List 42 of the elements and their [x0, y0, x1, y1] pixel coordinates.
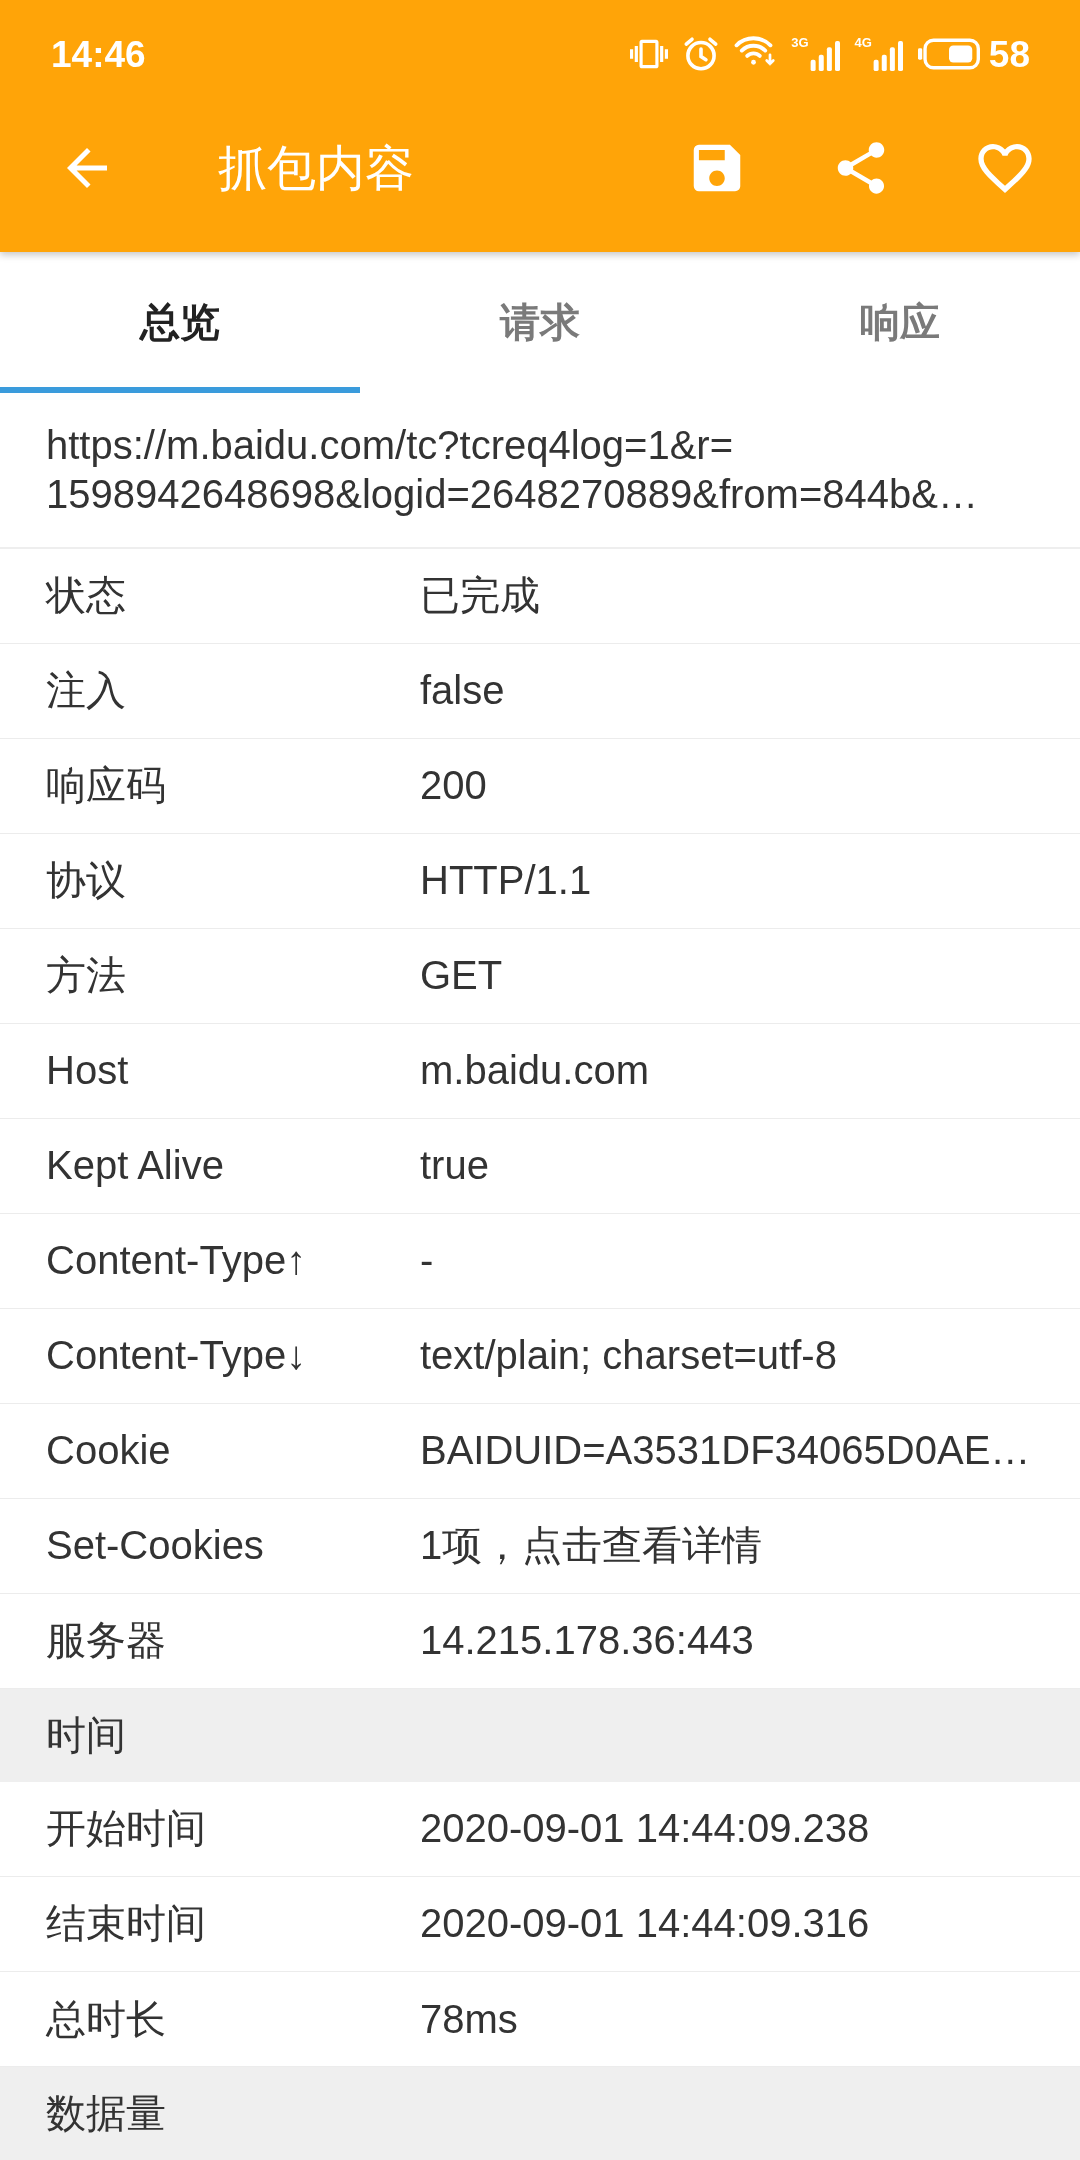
field-value: BAIDUID=A3531DF34065D0AE…: [420, 1428, 1031, 1474]
field-label: Kept Alive: [46, 1143, 225, 1189]
field-label: 状态: [46, 572, 127, 620]
network-type-label: 4G: [854, 36, 872, 49]
request-url: https://m.baidu.com/tc?tcreq4log=1&r= 1598942648698&logid=2648270889&from=844b&…: [46, 421, 979, 518]
battery-percent: 58: [988, 35, 1030, 73]
field-value: false: [420, 668, 505, 714]
field-value: text/plain; charset=utf-8: [420, 1333, 837, 1379]
battery-icon: [917, 38, 980, 70]
field-label: Set-Cookies: [46, 1523, 265, 1569]
field-label: Cookie: [46, 1428, 172, 1474]
field-label: 服务器: [46, 1617, 167, 1665]
field-value: 2020-09-01 14:44:09.316: [420, 1901, 870, 1947]
field-label: Content-Type↑: [46, 1238, 308, 1284]
field-value: true: [420, 1143, 489, 1189]
field-label: 注入: [46, 667, 127, 715]
field-label: Content-Type↓: [46, 1333, 308, 1379]
field-value: HTTP/1.1: [420, 858, 592, 904]
status-time: 14:46: [51, 35, 146, 73]
field-value: 14.215.178.36:443: [420, 1618, 754, 1664]
section-header: 数据量: [0, 2067, 1080, 2160]
field-value: 78ms: [420, 1996, 518, 2042]
field-label: Host: [46, 1048, 130, 1094]
toolbar-title: 抓包内容: [218, 139, 414, 197]
field-label: 总时长: [46, 1995, 167, 2043]
field-value: 已完成: [420, 572, 540, 620]
field-label: 响应码: [46, 762, 167, 810]
field-value: 200: [420, 763, 487, 809]
field-label: 协议: [46, 857, 127, 905]
field-label: 开始时间: [46, 1805, 207, 1853]
signal-bars-icon: [872, 40, 903, 72]
field-value: -: [420, 1238, 434, 1284]
signal-bars-icon: [809, 40, 840, 72]
alarm-clock-icon: [683, 36, 720, 72]
field-label: 结束时间: [46, 1900, 207, 1948]
field-value: 1项，点击查看详情: [420, 1522, 763, 1570]
field-label: 方法: [46, 952, 127, 1000]
field-value: 2020-09-01 14:44:09.238: [420, 1806, 870, 1852]
field-value: GET: [420, 953, 503, 999]
network-type-label: 3G: [791, 36, 809, 49]
field-value: m.baidu.com: [420, 1048, 649, 1094]
section-header: 时间: [0, 1688, 1080, 1782]
